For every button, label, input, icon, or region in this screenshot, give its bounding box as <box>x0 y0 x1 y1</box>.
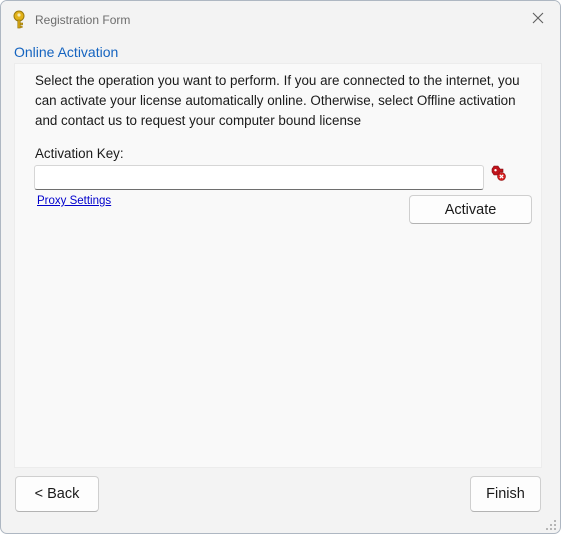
section-title: Online Activation <box>14 44 119 60</box>
title-bar: Registration Form <box>1 1 560 39</box>
content-panel: Select the operation you want to perform… <box>14 63 542 468</box>
resize-grip-icon[interactable] <box>545 518 557 530</box>
finish-button[interactable]: Finish <box>470 476 541 512</box>
proxy-settings-link[interactable]: Proxy Settings <box>37 195 111 207</box>
activate-button[interactable]: Activate <box>409 195 532 224</box>
description-text: Select the operation you want to perform… <box>35 73 520 128</box>
activation-key-input[interactable] <box>34 165 484 190</box>
key-icon <box>11 10 29 30</box>
close-icon <box>532 11 544 29</box>
registration-window: Registration Form Online Activation Sele… <box>0 0 561 534</box>
error-icon <box>490 165 506 181</box>
window-title: Registration Form <box>35 13 131 27</box>
close-button[interactable] <box>524 7 552 33</box>
back-button[interactable]: < Back <box>15 476 99 512</box>
activation-key-label: Activation Key: <box>35 146 124 161</box>
